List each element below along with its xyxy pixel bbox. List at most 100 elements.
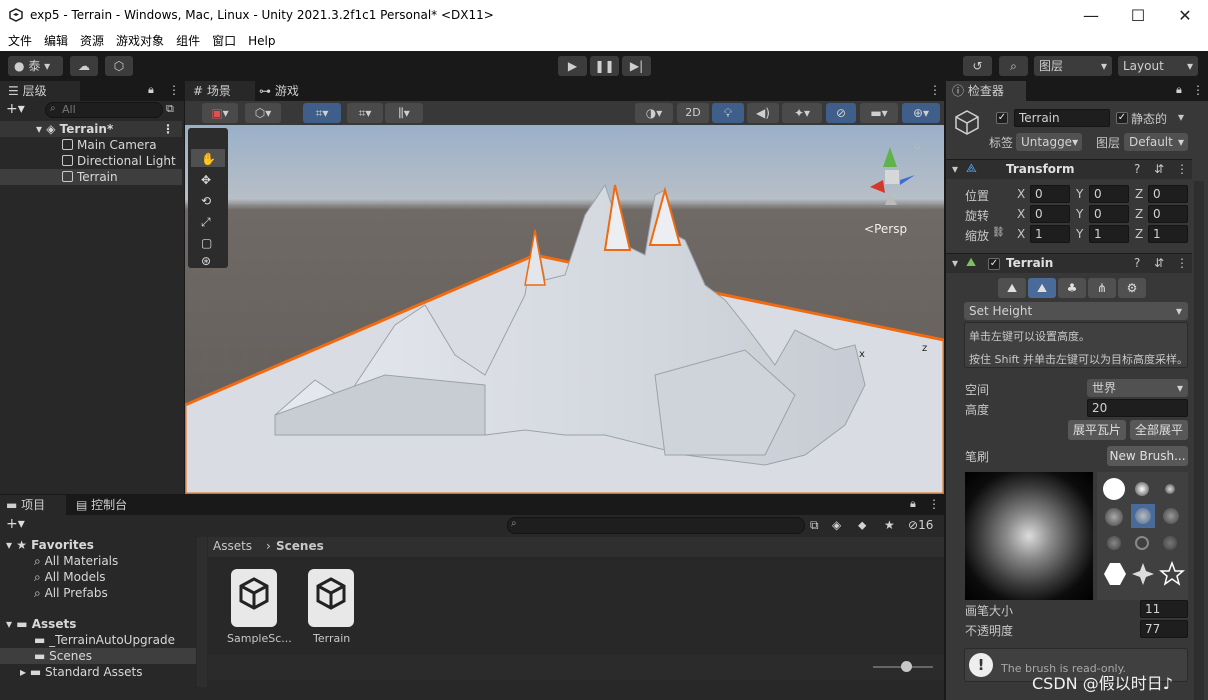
brush-cloud-icon[interactable]: [1105, 508, 1123, 526]
scale-y-field[interactable]: 1: [1089, 225, 1129, 243]
audio-toggle[interactable]: ◀): [747, 103, 779, 123]
increment-snap-dropdown[interactable]: ⌗▾: [347, 103, 383, 123]
lock-icon[interactable]: 🔒︎: [910, 497, 916, 511]
paint-terrain-tool[interactable]: ⛰︎: [1028, 278, 1056, 298]
layout-dropdown[interactable]: Layout ▾: [1118, 56, 1198, 76]
position-x-field[interactable]: 0: [1030, 185, 1070, 203]
shading-dropdown[interactable]: ⬡▾: [245, 103, 281, 123]
inspector-scrollbar[interactable]: [1194, 181, 1204, 700]
history-button[interactable]: ↺: [963, 56, 992, 76]
brush-circle-tiny-icon[interactable]: [1165, 484, 1175, 494]
effects-dropdown[interactable]: ✦▾: [782, 103, 822, 123]
hierarchy-item-main-camera[interactable]: Main Camera: [0, 137, 182, 153]
breadcrumb-scenes[interactable]: Scenes: [276, 539, 324, 553]
hierarchy-item-terrain[interactable]: Terrain: [0, 169, 182, 185]
close-button[interactable]: ✕: [1162, 0, 1208, 31]
static-checkbox[interactable]: ✓: [1116, 112, 1128, 124]
more-icon[interactable]: ⋮: [1176, 162, 1188, 176]
hierarchy-search-input[interactable]: All: [45, 102, 163, 118]
paint-trees-tool[interactable]: ♣: [1058, 278, 1086, 298]
brush-dots-icon[interactable]: [1107, 536, 1121, 550]
account-dropdown[interactable]: ● 泰 ▾: [8, 56, 63, 76]
maximize-button[interactable]: ☐: [1115, 0, 1161, 31]
terrain-settings-tool[interactable]: ⚙: [1118, 278, 1146, 298]
more-icon[interactable]: ⋮: [1176, 256, 1188, 270]
tab-project[interactable]: ▬ 项目: [0, 495, 66, 515]
favorite-all-models[interactable]: ⌕ All Models: [0, 569, 182, 585]
search-by-type-icon[interactable]: ⧉: [810, 518, 819, 533]
more-icon[interactable]: ⋮: [162, 121, 174, 137]
menu-assets[interactable]: 资源: [74, 31, 110, 51]
tab-inspector[interactable]: ⓘ 检查器: [946, 81, 1026, 101]
render-mode-dropdown[interactable]: ◑▾: [635, 103, 673, 123]
active-checkbox[interactable]: ✓: [996, 112, 1008, 124]
help-icon[interactable]: ?: [1134, 162, 1140, 176]
preset-icon[interactable]: ⇵: [1154, 256, 1164, 270]
rotation-x-field[interactable]: 0: [1030, 205, 1070, 223]
more-icon[interactable]: ⋮: [929, 83, 941, 97]
visibility-toggle[interactable]: ⊘: [826, 103, 856, 123]
scale-x-field[interactable]: 1: [1030, 225, 1070, 243]
folder-terrain-auto-upgrade[interactable]: ▬ _TerrainAutoUpgrade: [0, 632, 182, 648]
brush-circle-hard-icon[interactable]: [1103, 478, 1125, 500]
breadcrumb-assets[interactable]: Assets: [213, 539, 252, 553]
favorite-all-materials[interactable]: ⌕ All Materials: [0, 553, 182, 569]
create-neighbor-tool[interactable]: ⛰︎: [998, 278, 1026, 298]
menu-gameobject[interactable]: 游戏对象: [110, 31, 170, 51]
height-field[interactable]: 20: [1087, 399, 1188, 417]
paint-details-tool[interactable]: ⋔: [1088, 278, 1116, 298]
brush-splat-icon[interactable]: [1163, 508, 1179, 524]
layers-dropdown[interactable]: 图层 ▾: [1034, 56, 1112, 76]
opacity-field[interactable]: 77: [1140, 620, 1188, 638]
persp-label[interactable]: <Persp: [864, 222, 907, 236]
menu-window[interactable]: 窗口: [206, 31, 242, 51]
link-icon[interactable]: ⛓︎: [992, 227, 1005, 238]
asset-terrain-scene[interactable]: [306, 567, 356, 629]
step-button[interactable]: ▶|: [622, 56, 651, 76]
filter-by-label-icon[interactable]: ⬥: [858, 518, 866, 533]
zoom-slider-thumb[interactable]: [901, 661, 912, 672]
play-button[interactable]: ▶: [558, 56, 587, 76]
favorite-all-prefabs[interactable]: ⌕ All Prefabs: [0, 585, 182, 601]
layer-dropdown[interactable]: Default ▾: [1124, 133, 1188, 151]
create-button[interactable]: +▾: [6, 516, 25, 532]
chevron-down-icon[interactable]: ▾: [1178, 110, 1184, 124]
terrain-header[interactable]: ▾ ⛰︎ ✓ Terrain ? ⇵ ⋮: [946, 253, 1192, 273]
brush-star-outline-icon[interactable]: [1159, 561, 1185, 587]
brush-hexagon-icon[interactable]: [1103, 562, 1127, 586]
new-brush-button[interactable]: New Brush...: [1107, 446, 1188, 466]
space-dropdown[interactable]: 世界 ▾: [1087, 379, 1188, 397]
rotation-z-field[interactable]: 0: [1148, 205, 1188, 223]
grid-snap-dropdown[interactable]: ⌗▾: [303, 103, 341, 123]
lock-icon[interactable]: 🔒︎: [148, 83, 154, 97]
scene-viewport[interactable]: ✋ ✥ ⟲ ⤢ ▢ ⊛ ⌂: [185, 125, 944, 494]
object-name-field[interactable]: Terrain: [1014, 109, 1110, 127]
position-y-field[interactable]: 0: [1089, 185, 1129, 203]
gizmos-dropdown[interactable]: ⊕▾: [902, 103, 940, 123]
ruler-dropdown[interactable]: ⫼▾: [385, 103, 423, 123]
hidden-packages-icon[interactable]: ⊘16: [908, 518, 933, 532]
brush-star-soft-icon[interactable]: [1131, 562, 1155, 586]
2d-toggle[interactable]: 2D: [677, 103, 709, 123]
menu-help[interactable]: Help: [242, 31, 281, 51]
help-icon[interactable]: ?: [1134, 256, 1140, 270]
search-button[interactable]: ⌕: [999, 56, 1028, 76]
tab-console[interactable]: ▤ 控制台: [70, 495, 150, 515]
lighting-toggle[interactable]: 💡︎: [712, 103, 744, 123]
search-options-icon[interactable]: ⧉: [166, 102, 174, 116]
favorite-star-icon[interactable]: ★: [884, 518, 895, 532]
tab-hierarchy[interactable]: ☰ 层级: [0, 81, 80, 101]
assets-section[interactable]: ▾ ▬ Assets: [0, 616, 182, 632]
camera-dropdown[interactable]: ▬▾: [860, 103, 898, 123]
transform-header[interactable]: ▾ ⟁ Transform ? ⇵ ⋮: [946, 159, 1192, 179]
tag-dropdown[interactable]: Untagge▾: [1016, 133, 1082, 151]
pause-button[interactable]: ❚❚: [590, 56, 619, 76]
position-z-field[interactable]: 0: [1148, 185, 1188, 203]
tab-scene[interactable]: # 场景: [185, 81, 255, 101]
more-icon[interactable]: ⋮: [168, 83, 180, 97]
lock-icon[interactable]: 🔒︎: [1176, 83, 1182, 97]
collab-button[interactable]: ⬡: [105, 56, 133, 76]
flatten-tile-button[interactable]: 展平瓦片: [1068, 420, 1126, 440]
folder-scenes[interactable]: ▬ Scenes: [0, 648, 196, 664]
draw-mode-dropdown[interactable]: ▣▾: [202, 103, 238, 123]
